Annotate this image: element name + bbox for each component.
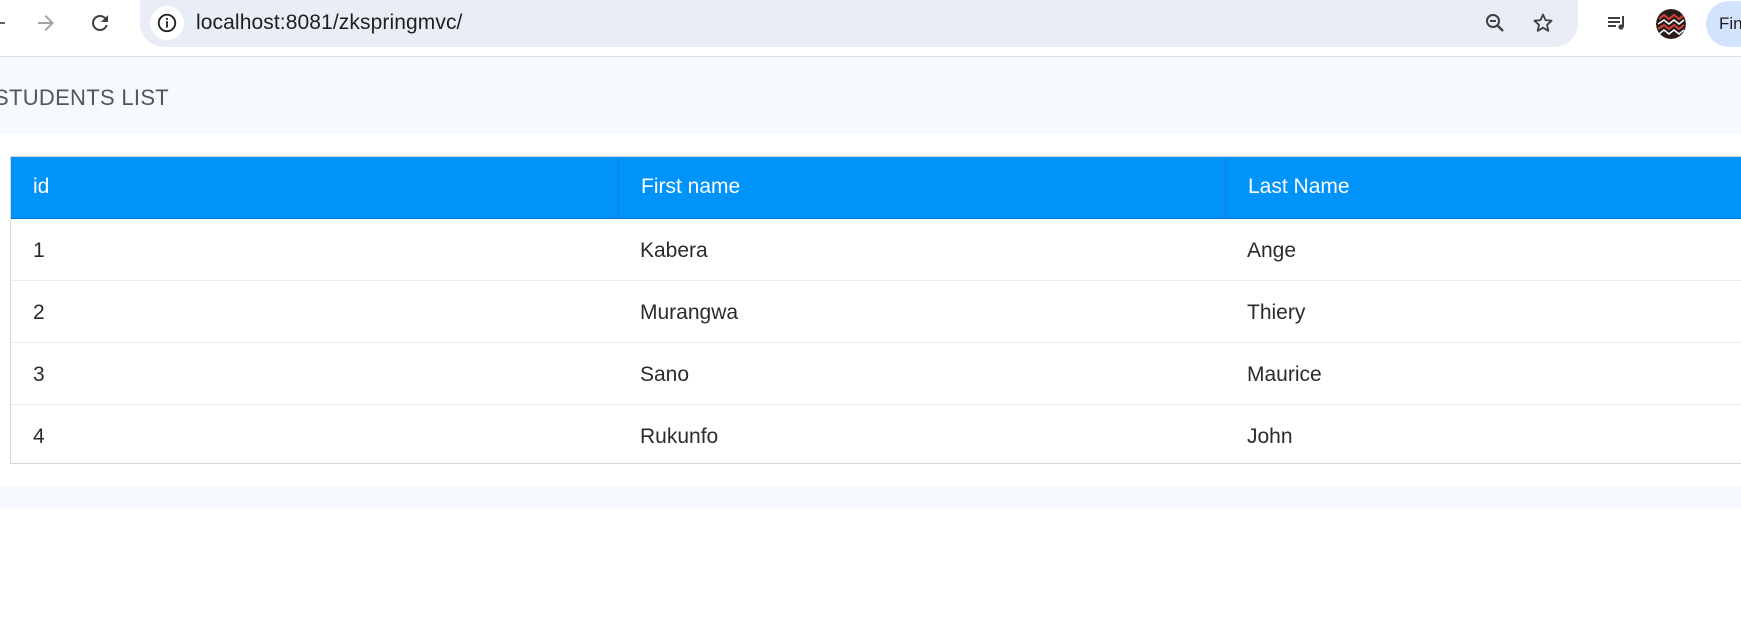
cell-text: Kabera bbox=[640, 239, 708, 262]
cell-id: 4 bbox=[11, 405, 618, 467]
cell-last-name: Ange bbox=[1225, 219, 1741, 280]
column-header-label: First name bbox=[641, 175, 741, 198]
avatar-image bbox=[1656, 9, 1686, 39]
cell-text: Thiery bbox=[1247, 301, 1306, 324]
cell-text: Sano bbox=[640, 363, 690, 386]
cell-first-name: Kabera bbox=[618, 219, 1225, 280]
cell-first-name: Rukunfo bbox=[618, 405, 1225, 467]
bookmark-star-icon bbox=[1533, 13, 1553, 32]
column-header-label: id bbox=[33, 175, 50, 198]
browser-toolbar: localhost:8081/zkspringmvc/ Fin bbox=[0, 0, 1741, 57]
footer-panel bbox=[0, 486, 1741, 508]
cell-text: 2 bbox=[33, 301, 45, 324]
grid-header: id First name Last Name bbox=[11, 157, 1741, 219]
column-header-id[interactable]: id bbox=[11, 157, 618, 218]
cell-id: 3 bbox=[11, 343, 618, 404]
cell-text: 1 bbox=[33, 239, 45, 262]
students-grid: id First name Last Name 1 Kabera Ange 2 … bbox=[10, 156, 1741, 464]
reload-icon bbox=[91, 14, 108, 31]
cell-last-name: John bbox=[1225, 405, 1741, 467]
table-row[interactable]: 2 Murangwa Thiery bbox=[11, 281, 1741, 343]
table-row[interactable]: 4 Rukunfo John bbox=[11, 405, 1741, 467]
cell-text: Murangwa bbox=[640, 301, 739, 324]
table-row[interactable]: 3 Sano Maurice bbox=[11, 343, 1741, 405]
zoom-icon bbox=[1486, 14, 1504, 32]
cell-id: 2 bbox=[11, 281, 618, 342]
update-chip[interactable]: Finish update bbox=[1706, 1, 1741, 47]
back-icon bbox=[0, 22, 5, 24]
forward-icon bbox=[38, 15, 54, 31]
avatar[interactable] bbox=[1656, 9, 1686, 39]
column-header-first-name[interactable]: First name bbox=[618, 157, 1225, 218]
media-controls-icon bbox=[1608, 16, 1624, 30]
column-header-last-name[interactable]: Last Name bbox=[1225, 157, 1741, 218]
cell-id: 1 bbox=[11, 219, 618, 280]
update-chip-label: Finish update bbox=[1719, 14, 1741, 33]
cell-last-name: Maurice bbox=[1225, 343, 1741, 404]
cell-text: 3 bbox=[33, 363, 45, 386]
zoom-button[interactable] bbox=[1477, 5, 1513, 41]
cell-first-name: Murangwa bbox=[618, 281, 1225, 342]
cell-last-name: Thiery bbox=[1225, 281, 1741, 342]
address-bar[interactable]: localhost:8081/zkspringmvc/ bbox=[140, 0, 1578, 47]
column-header-label: Last Name bbox=[1248, 175, 1350, 198]
table-row[interactable]: 1 Kabera Ange bbox=[11, 219, 1741, 281]
cell-text: Maurice bbox=[1247, 363, 1322, 386]
page-title: STUDENTS LIST bbox=[0, 85, 170, 110]
cell-text: 4 bbox=[33, 425, 45, 448]
site-info-icon bbox=[157, 13, 177, 33]
cell-first-name: Sano bbox=[618, 343, 1225, 404]
cell-text: John bbox=[1247, 425, 1293, 448]
reload-button[interactable] bbox=[81, 4, 119, 42]
page-header: STUDENTS LIST bbox=[0, 57, 1741, 134]
media-controls-button[interactable] bbox=[1598, 4, 1636, 42]
url-text[interactable]: localhost:8081/zkspringmvc/ bbox=[196, 11, 463, 35]
cell-text: Rukunfo bbox=[640, 425, 719, 448]
forward-button[interactable] bbox=[27, 4, 65, 42]
cell-text: Ange bbox=[1247, 239, 1297, 262]
back-button[interactable] bbox=[0, 4, 16, 42]
bookmark-button[interactable] bbox=[1525, 5, 1561, 41]
site-info-button[interactable] bbox=[150, 6, 184, 40]
